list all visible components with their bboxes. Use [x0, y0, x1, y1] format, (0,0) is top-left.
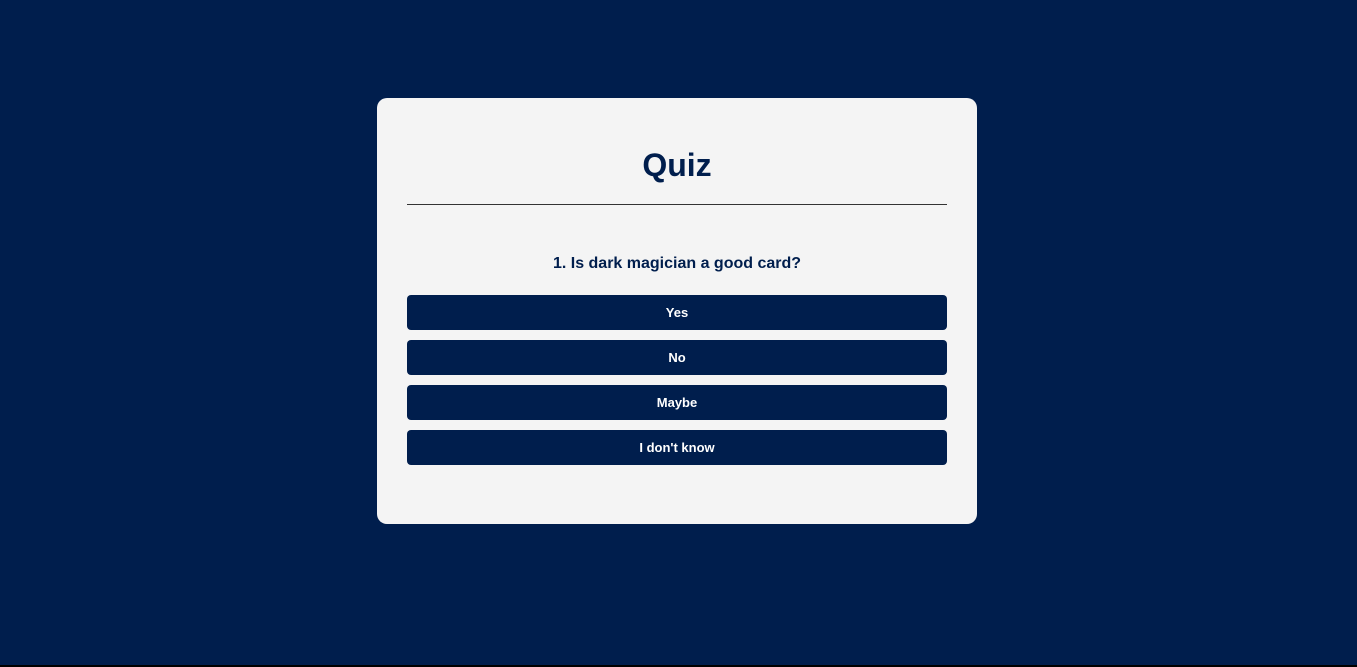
answer-button-maybe[interactable]: Maybe	[407, 385, 947, 420]
answer-button-no[interactable]: No	[407, 340, 947, 375]
question-text: 1. Is dark magician a good card?	[552, 255, 802, 272]
answer-button-dont-know[interactable]: I don't know	[407, 430, 947, 465]
title-divider	[407, 204, 947, 205]
quiz-title: Quiz	[642, 147, 712, 183]
quiz-card: Quiz 1. Is dark magician a good card? Ye…	[377, 98, 977, 524]
answer-list: Yes No Maybe I don't know	[407, 295, 947, 465]
answer-button-yes[interactable]: Yes	[407, 295, 947, 330]
quiz-body: 1. Is dark magician a good card? Yes No …	[407, 254, 947, 465]
